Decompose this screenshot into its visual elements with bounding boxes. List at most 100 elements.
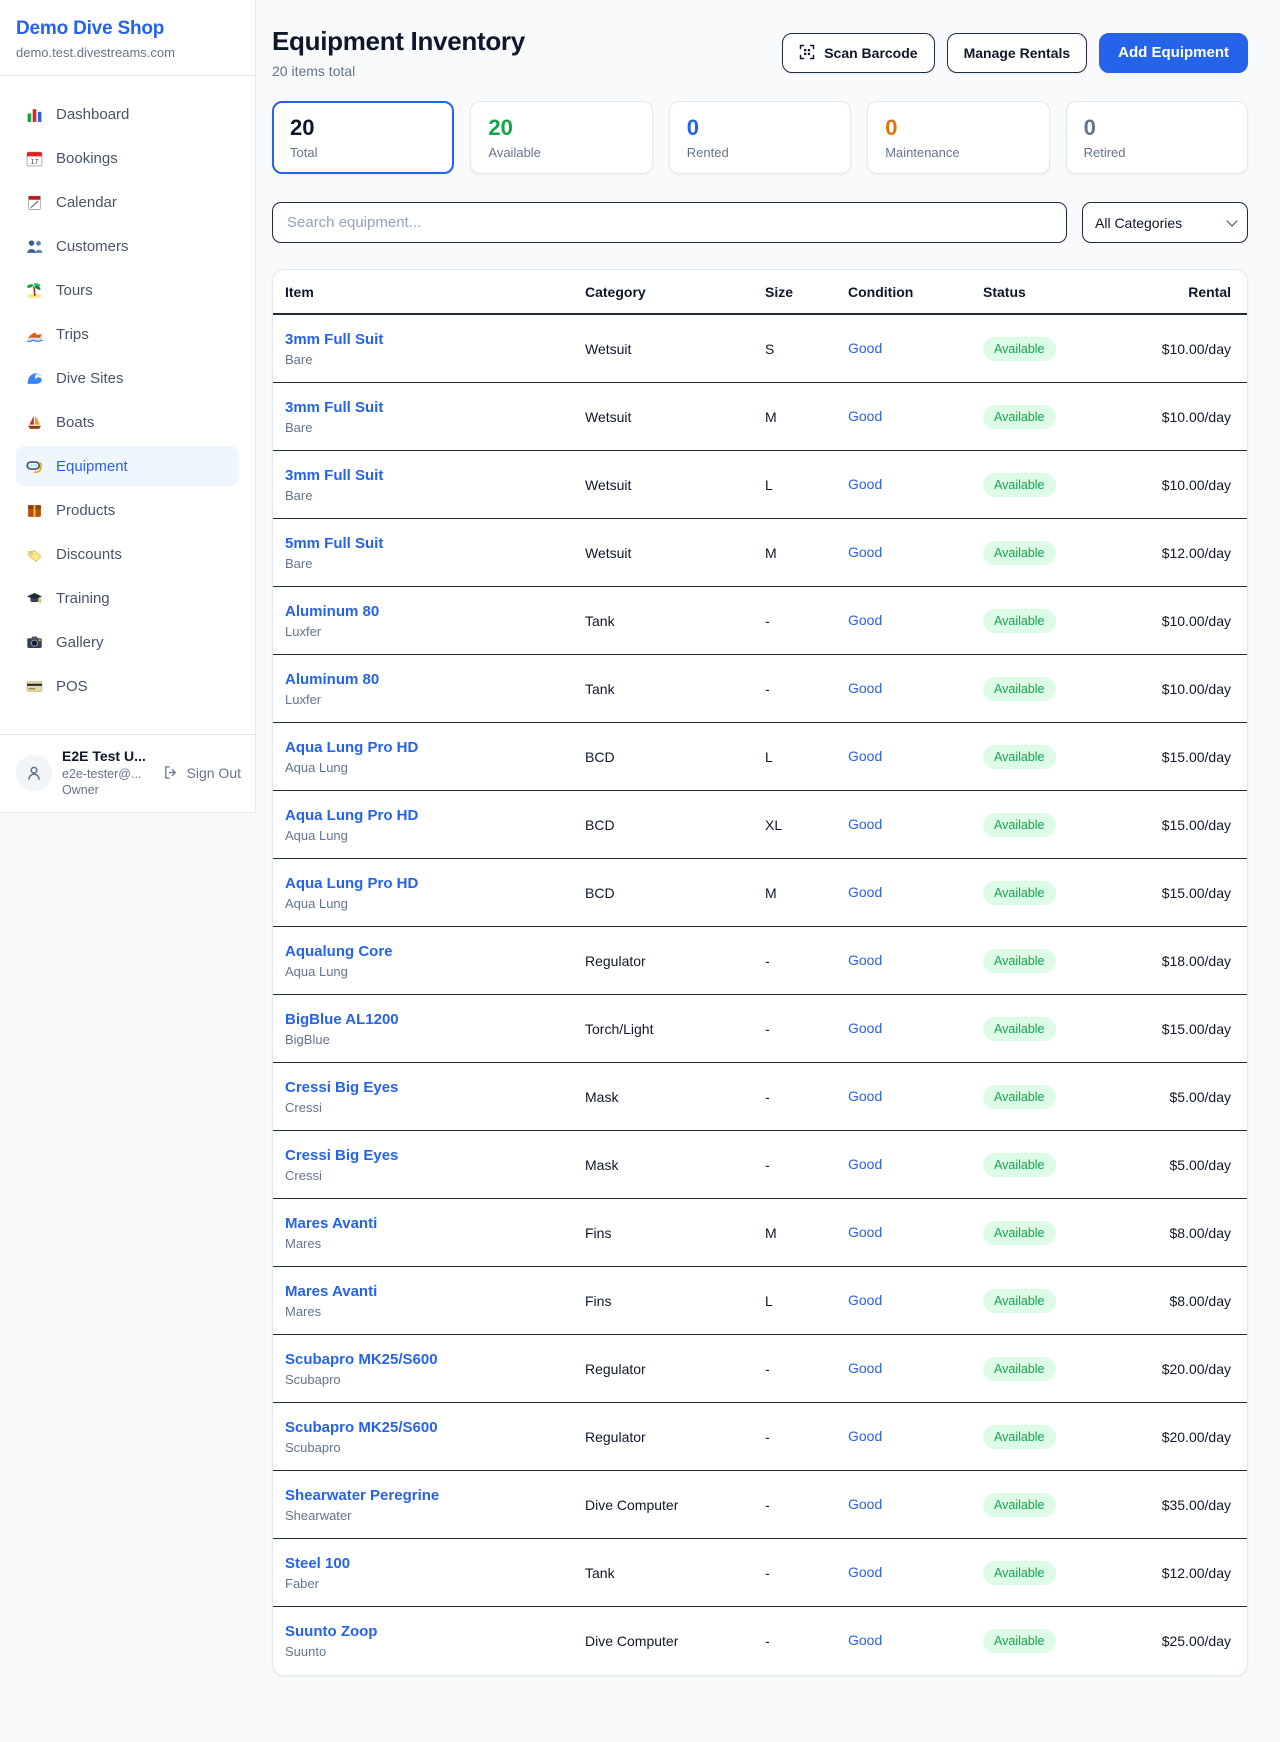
page-title-block: Equipment Inventory 20 items total <box>272 26 525 79</box>
size-cell: - <box>765 1089 848 1105</box>
item-link[interactable]: Mares Avanti <box>285 1283 377 1300</box>
stat-card-rented[interactable]: 0Rented <box>669 101 851 174</box>
status-badge: Available <box>983 337 1056 361</box>
item-link[interactable]: Aluminum 80 <box>285 603 379 620</box>
sidebar-item-bookings[interactable]: 17Bookings <box>16 138 239 178</box>
category-cell: Regulator <box>585 1361 765 1377</box>
sidebar-item-discounts[interactable]: Discounts <box>16 534 239 574</box>
condition-link[interactable]: Good <box>848 1496 882 1512</box>
category-select[interactable]: All Categories <box>1082 202 1248 243</box>
sidebar-item-trips[interactable]: Trips <box>16 314 239 354</box>
item-link[interactable]: BigBlue AL1200 <box>285 1011 399 1028</box>
stat-card-available[interactable]: 20Available <box>470 101 652 174</box>
condition-link[interactable]: Good <box>848 1224 882 1240</box>
status-cell: Available <box>983 677 1151 701</box>
condition-link[interactable]: Good <box>848 1088 882 1104</box>
stat-card-total[interactable]: 20Total <box>272 101 454 174</box>
sidebar-item-pos[interactable]: POS <box>16 666 239 706</box>
item-link[interactable]: Aqua Lung Pro HD <box>285 739 418 756</box>
manage-rentals-button[interactable]: Manage Rentals <box>947 33 1088 73</box>
stat-card-retired[interactable]: 0Retired <box>1066 101 1248 174</box>
item-link[interactable]: Scubapro MK25/S600 <box>285 1419 438 1436</box>
condition-link[interactable]: Good <box>848 1632 882 1648</box>
status-badge: Available <box>983 1289 1056 1313</box>
sidebar-item-products[interactable]: Products <box>16 490 239 530</box>
status-badge: Available <box>983 1085 1056 1109</box>
item-link[interactable]: 3mm Full Suit <box>285 467 383 484</box>
condition-cell: Good <box>848 1020 983 1038</box>
avatar <box>16 755 52 791</box>
stat-card-maintenance[interactable]: 0Maintenance <box>867 101 1049 174</box>
size-cell: S <box>765 341 848 357</box>
condition-cell: Good <box>848 1632 983 1650</box>
sign-out-button[interactable]: Sign Out <box>163 765 241 782</box>
item-link[interactable]: Aqualung Core <box>285 943 393 960</box>
status-cell: Available <box>983 609 1151 633</box>
table-row: Aluminum 80LuxferTank-GoodAvailable$10.0… <box>273 655 1247 723</box>
condition-link[interactable]: Good <box>848 1360 882 1376</box>
item-link[interactable]: Cressi Big Eyes <box>285 1147 398 1164</box>
sidebar-item-tours[interactable]: Tours <box>16 270 239 310</box>
search-input[interactable] <box>272 202 1067 243</box>
sign-out-icon <box>163 765 180 782</box>
condition-link[interactable]: Good <box>848 816 882 832</box>
sidebar-item-label: POS <box>56 678 88 695</box>
size-cell: L <box>765 477 848 493</box>
item-cell: Aqua Lung Pro HDAqua Lung <box>285 807 585 843</box>
item-link[interactable]: Aqua Lung Pro HD <box>285 807 418 824</box>
category-cell: Mask <box>585 1089 765 1105</box>
item-brand: Bare <box>285 556 585 571</box>
item-link[interactable]: Scubapro MK25/S600 <box>285 1351 438 1368</box>
condition-link[interactable]: Good <box>848 544 882 560</box>
item-link[interactable]: Shearwater Peregrine <box>285 1487 439 1504</box>
condition-link[interactable]: Good <box>848 884 882 900</box>
size-cell: - <box>765 1429 848 1445</box>
item-link[interactable]: 3mm Full Suit <box>285 399 383 416</box>
condition-cell: Good <box>848 816 983 834</box>
item-link[interactable]: Suunto Zoop <box>285 1623 377 1640</box>
sidebar-item-boats[interactable]: Boats <box>16 402 239 442</box>
sidebar-item-calendar[interactable]: Calendar <box>16 182 239 222</box>
condition-link[interactable]: Good <box>848 1020 882 1036</box>
condition-link[interactable]: Good <box>848 680 882 696</box>
status-badge: Available <box>983 677 1056 701</box>
item-link[interactable]: 3mm Full Suit <box>285 331 383 348</box>
condition-link[interactable]: Good <box>848 340 882 356</box>
size-cell: - <box>765 953 848 969</box>
add-equipment-button[interactable]: Add Equipment <box>1099 33 1248 73</box>
rental-cell: $10.00/day <box>1151 681 1231 697</box>
item-brand: Bare <box>285 352 585 367</box>
scan-barcode-button[interactable]: Scan Barcode <box>782 33 934 73</box>
item-link[interactable]: Mares Avanti <box>285 1215 377 1232</box>
item-link[interactable]: Cressi Big Eyes <box>285 1079 398 1096</box>
sidebar-item-dashboard[interactable]: Dashboard <box>16 94 239 134</box>
pos-card-icon <box>26 678 43 695</box>
item-brand: Shearwater <box>285 1508 585 1523</box>
condition-link[interactable]: Good <box>848 952 882 968</box>
sidebar-item-customers[interactable]: Customers <box>16 226 239 266</box>
condition-link[interactable]: Good <box>848 748 882 764</box>
barcode-scan-icon <box>799 44 816 61</box>
size-cell: - <box>765 1361 848 1377</box>
rental-cell: $8.00/day <box>1151 1293 1231 1309</box>
item-link[interactable]: Steel 100 <box>285 1555 350 1572</box>
sidebar-item-equipment[interactable]: Equipment <box>16 446 239 486</box>
condition-link[interactable]: Good <box>848 1156 882 1172</box>
sidebar-item-training[interactable]: Training <box>16 578 239 618</box>
item-link[interactable]: 5mm Full Suit <box>285 535 383 552</box>
condition-link[interactable]: Good <box>848 476 882 492</box>
sidebar-item-dive-sites[interactable]: Dive Sites <box>16 358 239 398</box>
category-cell: BCD <box>585 749 765 765</box>
sidebar-item-gallery[interactable]: Gallery <box>16 622 239 662</box>
table-row: Mares AvantiMaresFinsMGoodAvailable$8.00… <box>273 1199 1247 1267</box>
item-cell: Aqua Lung Pro HDAqua Lung <box>285 875 585 911</box>
condition-link[interactable]: Good <box>848 1564 882 1580</box>
status-badge: Available <box>983 745 1056 769</box>
condition-link[interactable]: Good <box>848 612 882 628</box>
condition-link[interactable]: Good <box>848 1292 882 1308</box>
sidebar-item-label: Trips <box>56 326 89 343</box>
item-link[interactable]: Aluminum 80 <box>285 671 379 688</box>
condition-link[interactable]: Good <box>848 408 882 424</box>
item-link[interactable]: Aqua Lung Pro HD <box>285 875 418 892</box>
condition-link[interactable]: Good <box>848 1428 882 1444</box>
